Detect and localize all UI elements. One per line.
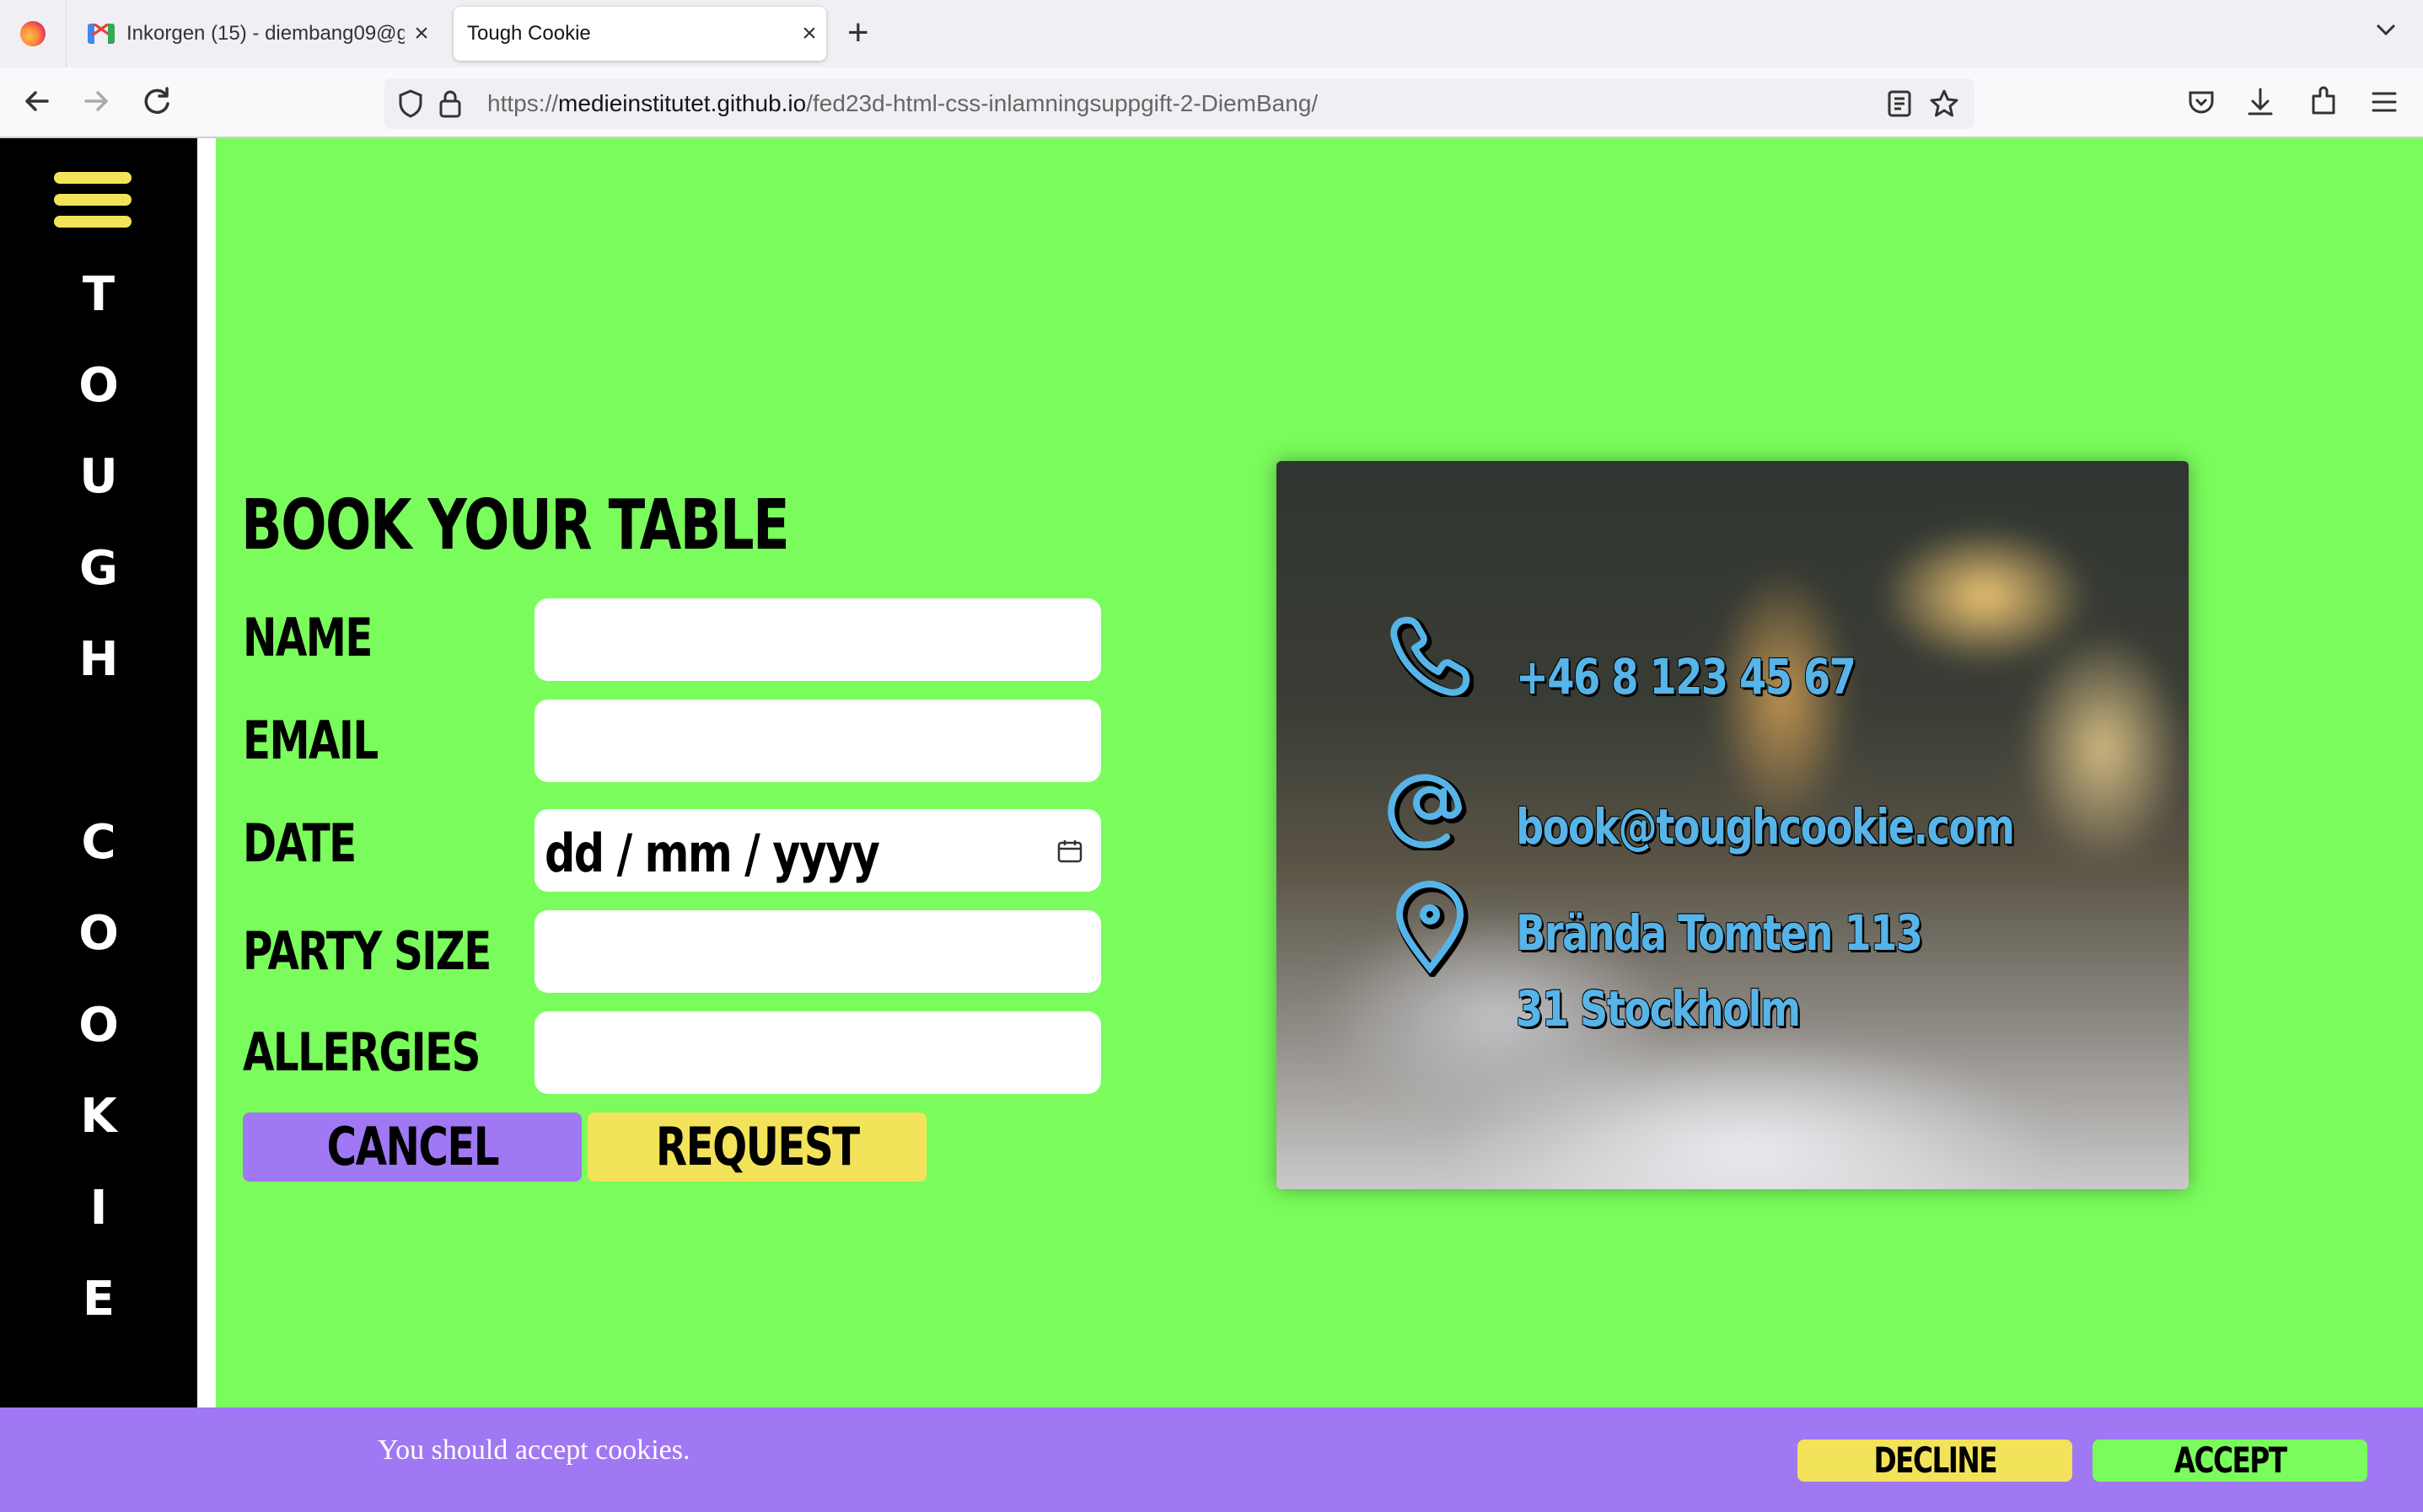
pocket-icon[interactable] (2187, 88, 2216, 116)
forward-arrow-icon[interactable] (78, 83, 115, 120)
brand-letter: O (78, 906, 119, 961)
firefox-icon (20, 21, 46, 46)
party-size-label: PARTY SIZE (243, 920, 492, 982)
list-all-tabs-icon[interactable] (2373, 17, 2399, 42)
date-label: DATE (243, 812, 357, 874)
cancel-button[interactable]: CANCEL (243, 1113, 582, 1182)
name-input[interactable] (535, 598, 1101, 681)
cookie-message: You should accept cookies. (378, 1434, 690, 1466)
email-address[interactable]: book@toughcookie.com (1516, 798, 2015, 855)
accept-cookies-button[interactable]: ACCEPT (2093, 1440, 2367, 1482)
decline-cookies-button[interactable]: DECLINE (1797, 1440, 2072, 1482)
date-placeholder: dd / mm / yyyy (545, 823, 880, 884)
brand-letter: C (81, 815, 116, 870)
brand-letter: E (82, 1272, 116, 1327)
back-arrow-icon[interactable] (19, 83, 56, 120)
sidebar-divider (197, 138, 216, 1512)
form-title: BOOK YOUR TABLE (241, 485, 790, 566)
brand-letter: H (78, 632, 119, 687)
location-pin-icon (1395, 881, 1469, 977)
close-tab-icon[interactable]: × (405, 19, 438, 48)
brand-letter: O (78, 358, 119, 413)
tab-gmail[interactable]: Inkorgen (15) - diembang09@gmail.com × (76, 7, 438, 61)
gmail-icon (88, 24, 115, 44)
shield-icon[interactable] (396, 88, 425, 119)
address-line-1: Brända Tomten 113 (1516, 904, 1923, 962)
new-tab-button[interactable]: + (847, 12, 869, 54)
party-size-input[interactable] (535, 910, 1101, 993)
phone-number[interactable]: +46 8 123 45 67 (1516, 648, 1856, 705)
browser-tab-bar: Inkorgen (15) - diembang09@gmail.com × T… (0, 0, 2423, 67)
allergies-input[interactable] (535, 1011, 1101, 1094)
downloads-icon[interactable] (2246, 86, 2275, 118)
tab-title: Tough Cookie (467, 22, 591, 45)
brand-letter: I (89, 1181, 108, 1236)
url-text[interactable]: https://medieinstitutet.github.io/fed23d… (487, 90, 1318, 117)
brand-letter: K (80, 1089, 117, 1144)
brand-letter: U (79, 449, 118, 504)
tab-title: Inkorgen (15) - diembang09@gmail.com (126, 22, 405, 45)
email-label: EMAIL (243, 710, 379, 771)
brand-letter: O (78, 998, 119, 1053)
sidebar: T O U G H C O O K I E (0, 138, 197, 1512)
tab-tough-cookie[interactable]: Tough Cookie × (454, 7, 826, 61)
email-input[interactable] (535, 700, 1101, 782)
address-line-2: 31 Stockholm (1516, 980, 1801, 1037)
close-tab-icon[interactable]: × (792, 19, 826, 48)
app-menu-icon[interactable] (2371, 89, 2398, 115)
calendar-icon[interactable] (1057, 839, 1083, 863)
reload-icon[interactable] (138, 83, 175, 120)
page-content: T O U G H C O O K I E BOOK YOUR TABLE NA… (0, 138, 2423, 1512)
phone-icon (1390, 616, 1474, 697)
brand-letter: T (82, 267, 116, 322)
url-bar[interactable]: https://medieinstitutet.github.io/fed23d… (384, 78, 1974, 129)
at-sign-icon (1388, 774, 1467, 850)
date-input[interactable]: dd / mm / yyyy (535, 809, 1101, 892)
extensions-icon[interactable] (2308, 86, 2337, 118)
brand-letter: G (79, 541, 118, 596)
request-button[interactable]: REQUEST (588, 1113, 927, 1182)
hamburger-menu-icon[interactable] (54, 172, 132, 231)
firefox-view-button[interactable] (0, 0, 67, 67)
lock-icon[interactable] (438, 88, 462, 119)
allergies-label: ALLERGIES (243, 1021, 481, 1083)
bookmark-star-icon[interactable] (1929, 88, 1959, 119)
reader-view-icon[interactable] (1887, 90, 1912, 117)
cookie-banner: You should accept cookies. DECLINE ACCEP… (0, 1407, 2423, 1512)
restaurant-photo: +46 8 123 45 67 book@toughcookie.com Brä… (1276, 461, 2189, 1189)
name-label: NAME (243, 607, 373, 668)
